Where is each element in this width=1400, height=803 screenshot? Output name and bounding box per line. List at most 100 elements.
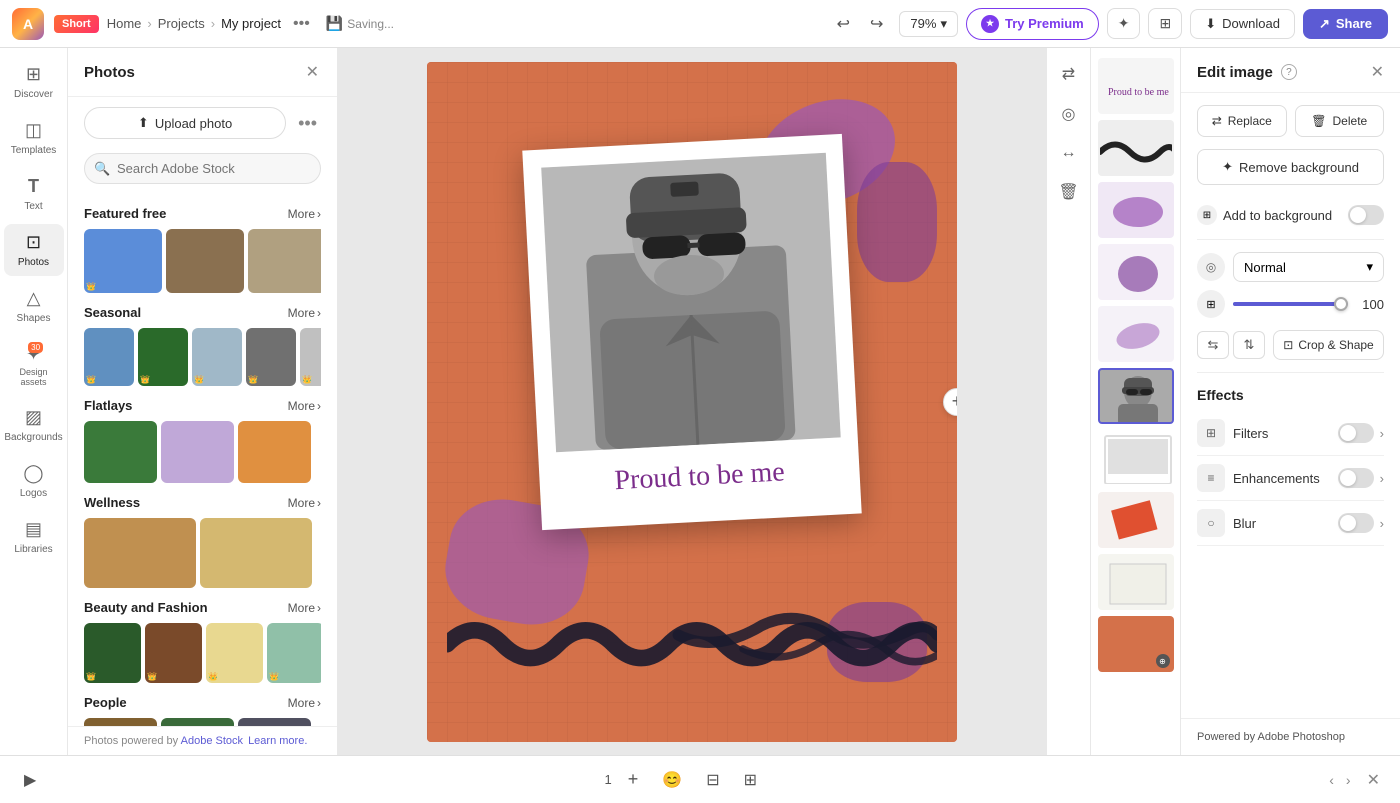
featured-free-more[interactable]: More › <box>288 207 321 221</box>
photo-thumb[interactable] <box>248 229 321 293</box>
photo-thumb[interactable] <box>84 421 157 483</box>
help-icon[interactable]: ? <box>1281 64 1297 80</box>
layer-thumb-orange-bg[interactable]: ⊕ <box>1098 616 1174 672</box>
prev-page-button[interactable]: ‹ <box>1325 768 1338 792</box>
breadcrumb-current[interactable]: My project <box>221 16 281 31</box>
filters-toggle-knob <box>1340 425 1356 441</box>
undo-button[interactable]: ↩ <box>829 8 858 40</box>
replace-button[interactable]: ⇄ Replace <box>1197 105 1287 137</box>
grid-view-button[interactable]: ⊞ <box>1148 8 1182 39</box>
sidebar-item-discover[interactable]: ⊞ Discover <box>4 56 64 108</box>
photo-thumb[interactable]: 👑 <box>84 328 134 386</box>
flatlays-more[interactable]: More › <box>288 399 321 413</box>
people-more[interactable]: More › <box>288 696 321 710</box>
layer-thumb-purple-stroke2[interactable] <box>1098 244 1174 300</box>
learn-more-link[interactable]: Learn more. <box>248 735 307 747</box>
photo-thumb[interactable]: 👑 <box>267 623 321 683</box>
purple-blob-2 <box>857 162 937 282</box>
try-premium-button[interactable]: ★ Try Premium <box>966 8 1099 40</box>
photo-thumb[interactable]: 👑 <box>84 718 157 726</box>
delete-button[interactable]: 🗑 Delete <box>1295 105 1385 137</box>
collage-canvas[interactable]: Proud to be me + <box>427 62 957 742</box>
polaroid-photo[interactable] <box>541 152 841 452</box>
play-button[interactable]: ▶ <box>16 764 44 796</box>
photo-thumb[interactable]: 👑 <box>192 328 242 386</box>
remove-background-button[interactable]: ✦ Remove background <box>1197 149 1384 185</box>
wellness-more[interactable]: More › <box>288 496 321 510</box>
delete-element-button[interactable]: 🗑 <box>1050 174 1086 210</box>
zoom-control[interactable]: 79% ▾ <box>899 11 958 37</box>
sidebar-item-libraries[interactable]: ▤ Libraries <box>4 511 64 563</box>
layer-thumb-paper[interactable] <box>1098 554 1174 610</box>
sidebar-item-backgrounds[interactable]: ▨ Backgrounds <box>4 399 64 451</box>
flip-horizontal-button[interactable]: ⇆ <box>1197 331 1229 359</box>
beauty-fashion-more[interactable]: More › <box>288 601 321 615</box>
magic-icon-button[interactable]: ✦ <box>1107 8 1141 39</box>
layer-thumb-purple-stroke3[interactable] <box>1098 306 1174 362</box>
layer-thumb-text-proud[interactable]: Proud to be me <box>1098 58 1174 114</box>
polaroid-frame[interactable]: Proud to be me <box>522 133 861 529</box>
breadcrumb-home[interactable]: Home <box>107 16 142 31</box>
photo-thumb[interactable] <box>200 518 312 588</box>
photo-thumb[interactable] <box>161 421 234 483</box>
layer-thumb-scribble[interactable] <box>1098 120 1174 176</box>
opacity-slider[interactable] <box>1233 294 1348 314</box>
present-button[interactable]: ⊟ <box>698 764 727 796</box>
search-input[interactable] <box>84 153 321 184</box>
sidebar-item-photos[interactable]: ⊡ Photos <box>4 224 64 276</box>
add-to-bg-toggle[interactable] <box>1348 205 1384 225</box>
sidebar-item-templates[interactable]: ◫ Templates <box>4 112 64 164</box>
photo-thumb[interactable]: 👑 <box>161 718 234 726</box>
photo-thumb[interactable]: 👑 <box>84 229 162 293</box>
redo-button[interactable]: ↪ <box>862 8 891 40</box>
photo-thumb[interactable]: 👑 <box>246 328 296 386</box>
photo-thumb[interactable] <box>238 421 311 483</box>
upload-photo-button[interactable]: ⬆ Upload photo <box>84 107 286 139</box>
add-page-button[interactable]: + <box>620 763 647 796</box>
download-button[interactable]: ⬇ Download <box>1190 9 1295 39</box>
swap-icon-button[interactable]: ⇄ <box>1054 56 1083 92</box>
emoji-button[interactable]: 😊 <box>654 764 690 796</box>
photo-thumb[interactable]: 👑 <box>84 623 141 683</box>
edit-panel-close-button[interactable]: ✕ <box>1371 62 1384 82</box>
layer-thumb-frame[interactable] <box>1098 430 1174 486</box>
adobe-stock-link[interactable]: Adobe Stock <box>181 735 243 747</box>
filters-toggle[interactable] <box>1338 423 1374 443</box>
resize-button[interactable]: ↔ <box>1053 136 1085 170</box>
photo-thumb[interactable]: 👑 <box>206 623 263 683</box>
layer-thumb-photo-person[interactable] <box>1098 368 1174 424</box>
grid-view-bottom-button[interactable]: ⊞ <box>736 764 765 796</box>
filters-expand-icon[interactable]: › <box>1380 426 1384 441</box>
photo-thumb[interactable]: 👑 <box>300 328 321 386</box>
layer-thumb-red-shape[interactable] <box>1098 492 1174 548</box>
more-options-button[interactable]: ••• <box>289 11 314 37</box>
photo-thumb[interactable]: 👑 <box>138 328 188 386</box>
panel-more-button[interactable]: ••• <box>294 109 321 138</box>
photo-thumb[interactable]: 👑 <box>238 718 311 726</box>
blur-expand-icon[interactable]: › <box>1380 516 1384 531</box>
flip-vertical-button[interactable]: ⇅ <box>1233 331 1265 359</box>
enhancements-expand-icon[interactable]: › <box>1380 471 1384 486</box>
next-page-button[interactable]: › <box>1342 768 1355 792</box>
sidebar-item-logos[interactable]: ◯ Logos <box>4 455 64 507</box>
blend-mode-select[interactable]: Normal ▾ <box>1233 252 1384 282</box>
share-button[interactable]: ↗ Share <box>1303 9 1388 39</box>
layer-thumb-purple-stroke1[interactable] <box>1098 182 1174 238</box>
blur-toggle[interactable] <box>1338 513 1374 533</box>
bottom-close-button[interactable]: ✕ <box>1363 766 1384 794</box>
breadcrumb-projects[interactable]: Projects <box>158 16 205 31</box>
enhancements-toggle[interactable] <box>1338 468 1374 488</box>
sidebar-item-shapes[interactable]: △ Shapes <box>4 280 64 332</box>
sidebar-item-design-assets[interactable]: ✦ 30 Design assets <box>4 336 64 395</box>
seasonal-more[interactable]: More › <box>288 306 321 320</box>
photo-thumb[interactable]: 👑 <box>145 623 202 683</box>
photo-thumb[interactable] <box>166 229 244 293</box>
sidebar-item-text[interactable]: T Text <box>4 168 64 220</box>
canvas-container[interactable]: Proud to be me + <box>427 62 957 742</box>
add-to-background-row: ⊞ Add to background <box>1197 199 1384 231</box>
crop-tool-button[interactable]: ◎ <box>1054 96 1084 132</box>
panel-close-button[interactable]: ✕ <box>304 60 321 84</box>
crop-shape-button[interactable]: ⊡ Crop & Shape <box>1273 330 1384 360</box>
slider-thumb[interactable] <box>1334 297 1348 311</box>
photo-thumb[interactable] <box>84 518 196 588</box>
